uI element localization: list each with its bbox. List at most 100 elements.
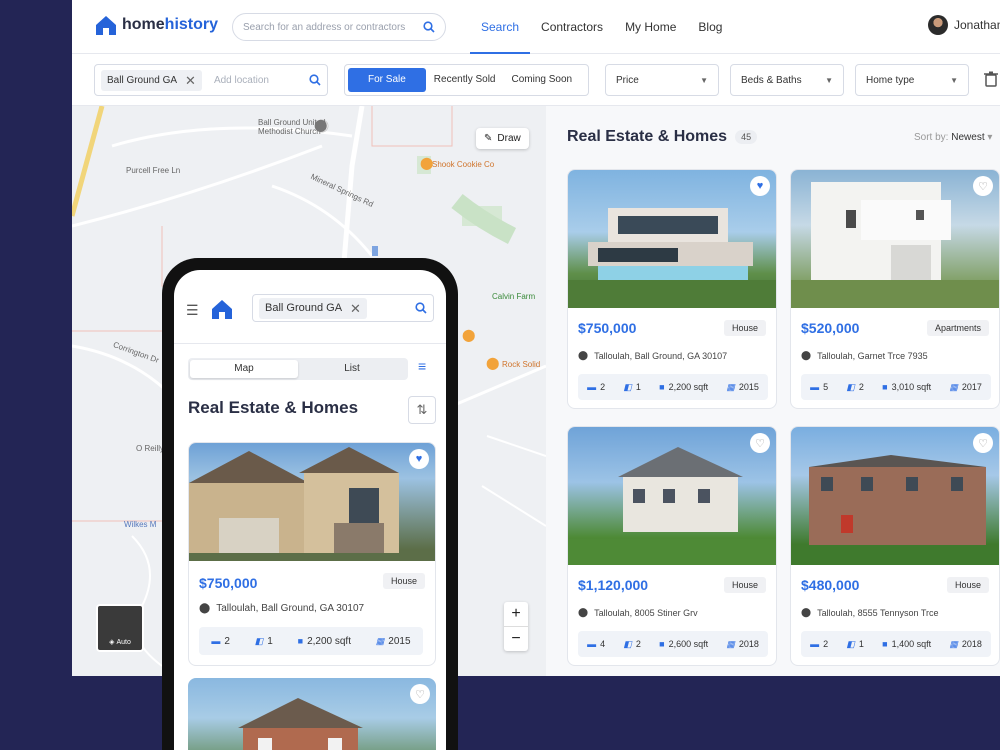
nav-my-home[interactable]: My Home <box>614 0 687 54</box>
address-text: Talloulah, 8005 Stiner Grv <box>594 607 698 618</box>
favorite-heart-icon[interactable]: ♥ <box>750 176 770 196</box>
sqft-value: 2,200 sqft <box>668 382 709 392</box>
global-search-input[interactable]: Search for an address or contractors <box>232 13 446 41</box>
nav-search[interactable]: Search <box>470 0 531 54</box>
mobile-search-input[interactable]: Ball Ground GA ✕ <box>252 294 434 322</box>
location-input[interactable]: Ball Ground GA ✕ Add location <box>94 64 328 96</box>
bed-icon: ▬ <box>211 636 221 646</box>
auto-label: Auto <box>116 639 131 646</box>
food-pin-icon[interactable]: ⬤ <box>486 356 499 370</box>
calendar-icon: ▦ <box>949 381 958 392</box>
beds-value: 5 <box>823 382 829 392</box>
search-icon[interactable] <box>415 302 427 314</box>
listing-card[interactable]: ♡ $520,000 Apartments ⬤ Talloulah, Garnet… <box>790 169 1000 409</box>
listing-type-badge: House <box>946 577 989 593</box>
tab-map[interactable]: Map <box>190 360 298 378</box>
modern-house-image <box>568 208 776 308</box>
search-icon[interactable] <box>423 21 435 33</box>
year-stat: ▦ 2015 <box>726 382 759 393</box>
favorite-heart-icon[interactable]: ♥ <box>409 449 429 469</box>
coming-soon-button[interactable]: Coming Soon <box>504 68 581 92</box>
filter-bar: Ball Ground GA ✕ Add location For Sale Re… <box>72 54 1000 106</box>
address-text: Talloulah, Ball Ground, GA 30107 <box>216 603 365 614</box>
results-panel: Real Estate & Homes 45 Sort by: Newest ▾… <box>546 106 1000 676</box>
chevron-down-icon: ▼ <box>950 75 958 85</box>
mobile-title: Real Estate & Homes <box>188 398 359 417</box>
listing-price: $1,120,000 <box>578 577 649 593</box>
user-menu[interactable]: Jonathan <box>928 15 1000 35</box>
zoom-out-button[interactable]: − <box>504 626 528 651</box>
listing-photo: ♥ <box>189 443 435 561</box>
location-pin-icon: ⬤ <box>199 603 211 614</box>
nav-contractors[interactable]: Contractors <box>530 0 614 54</box>
year-value: 2018 <box>961 639 982 649</box>
trash-icon[interactable] <box>984 71 998 87</box>
close-icon[interactable]: ✕ <box>185 74 196 87</box>
main-nav: Search Contractors My Home Blog <box>470 0 733 54</box>
address-text: Talloulah, Garnet Trce 7935 <box>817 350 928 361</box>
favorite-heart-icon[interactable]: ♡ <box>750 433 770 453</box>
location-chip: Ball Ground GA ✕ <box>259 297 367 319</box>
year-value: 2015 <box>738 382 759 392</box>
calendar-icon: ▦ <box>726 638 735 649</box>
mobile-header: ☰ Ball Ground GA ✕ <box>174 270 446 344</box>
listing-price: $520,000 <box>801 320 860 336</box>
sqft-stat: ■ 2,200 sqft <box>298 636 351 647</box>
listing-photo: ♥ <box>568 170 776 308</box>
draw-label: Draw <box>497 133 521 144</box>
close-icon[interactable]: ✕ <box>350 302 361 315</box>
calendar-icon: ▦ <box>375 635 385 646</box>
food-pin-icon[interactable]: ⬤ <box>420 156 433 170</box>
logo[interactable]: homehistory <box>94 14 218 36</box>
chevron-down-icon: ▼ <box>825 75 833 85</box>
food-pin-icon[interactable]: ⬤ <box>462 328 475 342</box>
recently-sold-button[interactable]: Recently Sold <box>426 68 504 92</box>
listing-card[interactable]: ♡ $480,000 House ⬤ Talloulah, 8555 Tennys… <box>790 426 1000 666</box>
draw-button[interactable]: ✎ Draw <box>476 128 529 149</box>
baths-stat: ◧ 2 <box>623 639 641 650</box>
bath-icon: ◧ <box>623 381 632 392</box>
brick-house-image <box>791 455 999 565</box>
home-type-dropdown[interactable]: Home type ▼ <box>855 64 969 96</box>
beds-stat: ▬ 2 <box>211 636 230 647</box>
hamburger-menu-icon[interactable]: ☰ <box>186 302 199 319</box>
year-value: 2018 <box>738 639 759 649</box>
mobile-listing-card[interactable]: ♥ $750,000 House ⬤ Talloulah, Ball Ground… <box>188 442 436 666</box>
nav-blog[interactable]: Blog <box>687 0 733 54</box>
for-sale-button[interactable]: For Sale <box>348 68 426 92</box>
beds-stat: ▬ 2 <box>587 382 605 392</box>
beds-baths-dropdown[interactable]: Beds & Baths ▼ <box>730 64 844 96</box>
sort-dropdown[interactable]: Sort by: Newest ▾ <box>914 132 992 143</box>
mobile-listing-card-partial[interactable]: ♡ <box>188 678 436 750</box>
listing-stats: ▬ 2 ◧ 1 ■ 2,200 sqft ▦ 2015 <box>199 627 423 655</box>
beds-stat: ▬ 2 <box>810 639 828 649</box>
search-placeholder: Search for an address or contractors <box>243 21 406 33</box>
map-label-rock-solid: Rock Solid <box>502 360 541 369</box>
map-list-toggle: Map List <box>188 358 408 380</box>
price-dropdown[interactable]: Price ▼ <box>605 64 719 96</box>
sqft-stat: ■ 2,200 sqft <box>659 382 708 392</box>
listing-card[interactable]: ♥ $750,000 House ⬤ Talloulah, Ball Ground… <box>567 169 777 409</box>
sort-arrows-icon[interactable]: ⇅ <box>408 396 436 424</box>
tab-list[interactable]: List <box>298 360 406 378</box>
baths-value: 1 <box>267 635 273 647</box>
location-chip: Ball Ground GA ✕ <box>101 69 202 91</box>
zoom-in-button[interactable]: + <box>504 602 528 626</box>
listing-stats: ▬ 5 ◧ 2 ■ 3,010 sqft ▦ 2017 <box>801 374 991 400</box>
sqft-value: 1,400 sqft <box>891 639 932 649</box>
listing-card[interactable]: ♡ $1,120,000 House ⬤ Talloulah, 8005 Stin… <box>567 426 777 666</box>
bed-icon: ▬ <box>587 639 597 649</box>
filter-sliders-icon[interactable]: ≡ <box>418 358 426 374</box>
bath-icon: ◧ <box>254 635 264 646</box>
brand-name: homehistory <box>122 16 219 33</box>
favorite-heart-icon[interactable]: ♡ <box>973 176 993 196</box>
sqft-value: 2,600 sqft <box>668 639 709 649</box>
house-logo-icon[interactable] <box>210 298 234 320</box>
listing-photo: ♡ <box>791 427 999 565</box>
sqft-value: 2,200 sqft <box>307 635 351 647</box>
listing-price: $480,000 <box>801 577 860 593</box>
search-icon[interactable] <box>309 74 321 86</box>
map-layer-button[interactable]: ◈ Auto <box>96 604 144 652</box>
favorite-heart-icon[interactable]: ♡ <box>410 684 430 704</box>
favorite-heart-icon[interactable]: ♡ <box>973 433 993 453</box>
